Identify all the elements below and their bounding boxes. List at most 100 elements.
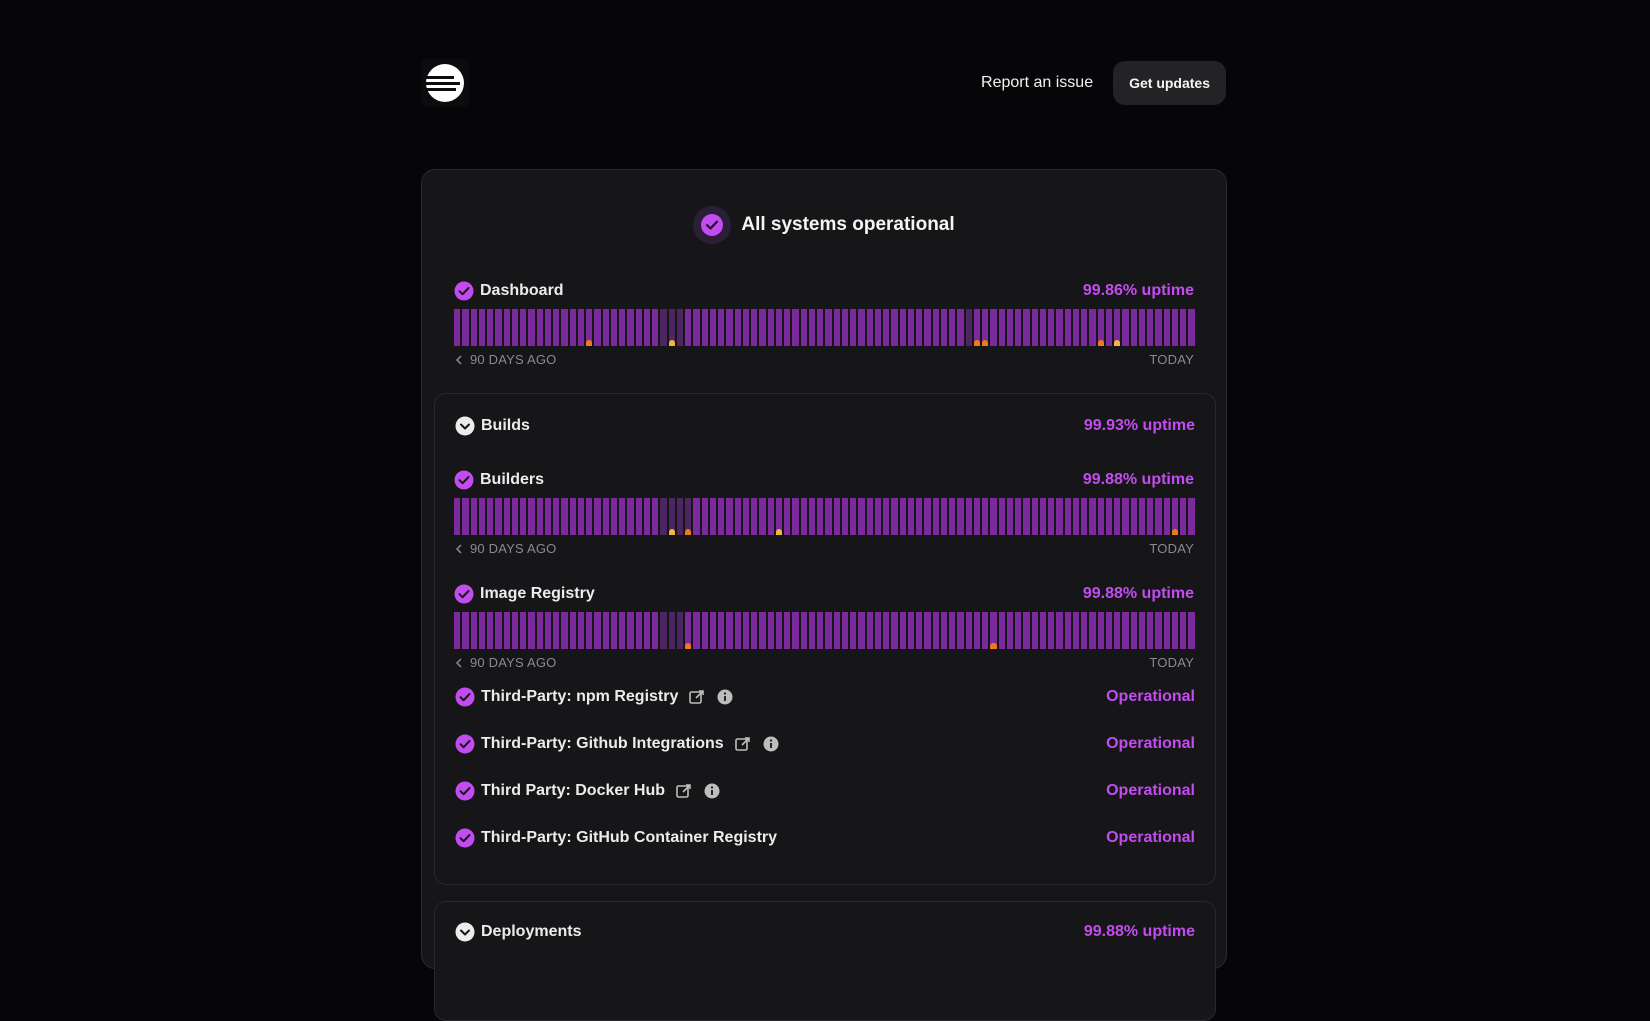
uptime-day[interactable] [800,612,807,649]
uptime-day[interactable] [1039,498,1046,535]
uptime-day[interactable] [916,309,923,346]
uptime-day[interactable] [883,309,890,346]
uptime-day[interactable] [487,498,494,535]
uptime-day[interactable] [1097,309,1104,346]
uptime-day[interactable] [998,309,1005,346]
uptime-day[interactable] [841,612,848,649]
external-link-icon[interactable] [734,735,752,753]
uptime-day[interactable] [1122,612,1129,649]
uptime-day[interactable] [569,309,576,346]
uptime-day[interactable] [940,498,947,535]
uptime-day[interactable] [965,309,972,346]
uptime-day[interactable] [1122,498,1129,535]
uptime-day[interactable] [528,498,535,535]
uptime-day[interactable] [511,612,518,649]
uptime-day[interactable] [907,612,914,649]
uptime-day[interactable] [965,498,972,535]
uptime-day[interactable] [528,309,535,346]
uptime-day[interactable] [1031,309,1038,346]
uptime-day[interactable] [470,309,477,346]
get-updates-button[interactable]: Get updates [1113,61,1226,105]
uptime-day[interactable] [957,498,964,535]
uptime-day[interactable] [685,498,692,535]
chevron-left-icon[interactable] [454,354,464,365]
uptime-day[interactable] [652,612,659,649]
uptime-day[interactable] [627,612,634,649]
uptime-day[interactable] [635,498,642,535]
uptime-day[interactable] [784,309,791,346]
info-icon[interactable] [716,688,734,706]
uptime-day[interactable] [1089,309,1096,346]
uptime-day[interactable] [718,498,725,535]
uptime-day[interactable] [610,612,617,649]
uptime-day[interactable] [808,498,815,535]
uptime-day[interactable] [759,612,766,649]
uptime-day[interactable] [577,309,584,346]
uptime-day[interactable] [676,309,683,346]
uptime-day[interactable] [1015,612,1022,649]
uptime-day[interactable] [668,309,675,346]
uptime-day[interactable] [973,309,980,346]
uptime-day[interactable] [949,498,956,535]
uptime-day[interactable] [544,309,551,346]
uptime-day[interactable] [792,309,799,346]
uptime-day[interactable] [874,612,881,649]
uptime-day[interactable] [957,309,964,346]
uptime-day[interactable] [874,498,881,535]
uptime-day[interactable] [883,612,890,649]
uptime-day[interactable] [536,309,543,346]
uptime-day[interactable] [685,309,692,346]
uptime-day[interactable] [553,498,560,535]
uptime-day[interactable] [734,612,741,649]
uptime-day[interactable] [1171,612,1178,649]
uptime-day[interactable] [610,498,617,535]
uptime-day[interactable] [883,498,890,535]
uptime-day[interactable] [940,309,947,346]
uptime-day[interactable] [734,498,741,535]
uptime-day[interactable] [817,498,824,535]
uptime-day[interactable] [817,612,824,649]
uptime-day[interactable] [1072,612,1079,649]
uptime-day[interactable] [742,612,749,649]
uptime-day[interactable] [990,498,997,535]
uptime-day[interactable] [668,498,675,535]
uptime-day[interactable] [982,498,989,535]
uptime-day[interactable] [858,612,865,649]
uptime-day[interactable] [1056,309,1063,346]
external-link-icon[interactable] [688,688,706,706]
uptime-day[interactable] [833,498,840,535]
uptime-day[interactable] [990,612,997,649]
uptime-day[interactable] [569,612,576,649]
uptime-day[interactable] [990,309,997,346]
uptime-day[interactable] [586,612,593,649]
uptime-day[interactable] [701,612,708,649]
uptime-day[interactable] [825,309,832,346]
uptime-day[interactable] [825,498,832,535]
uptime-day[interactable] [1122,309,1129,346]
uptime-day[interactable] [693,612,700,649]
uptime-day[interactable] [520,612,527,649]
uptime-day[interactable] [503,309,510,346]
uptime-day[interactable] [792,612,799,649]
uptime-day[interactable] [841,498,848,535]
uptime-day[interactable] [932,498,939,535]
uptime-day[interactable] [544,498,551,535]
uptime-day[interactable] [1031,498,1038,535]
uptime-day[interactable] [1163,612,1170,649]
uptime-day[interactable] [487,612,494,649]
uptime-day[interactable] [701,309,708,346]
uptime-day[interactable] [1188,612,1195,649]
uptime-day[interactable] [462,309,469,346]
uptime-day[interactable] [536,612,543,649]
uptime-day[interactable] [891,612,898,649]
uptime-day[interactable] [998,498,1005,535]
uptime-day[interactable] [503,612,510,649]
uptime-day[interactable] [924,612,931,649]
uptime-day[interactable] [1147,498,1154,535]
uptime-day[interactable] [561,309,568,346]
uptime-day[interactable] [635,309,642,346]
uptime-day[interactable] [1006,309,1013,346]
info-icon[interactable] [703,782,721,800]
uptime-day[interactable] [949,612,956,649]
uptime-day[interactable] [478,612,485,649]
